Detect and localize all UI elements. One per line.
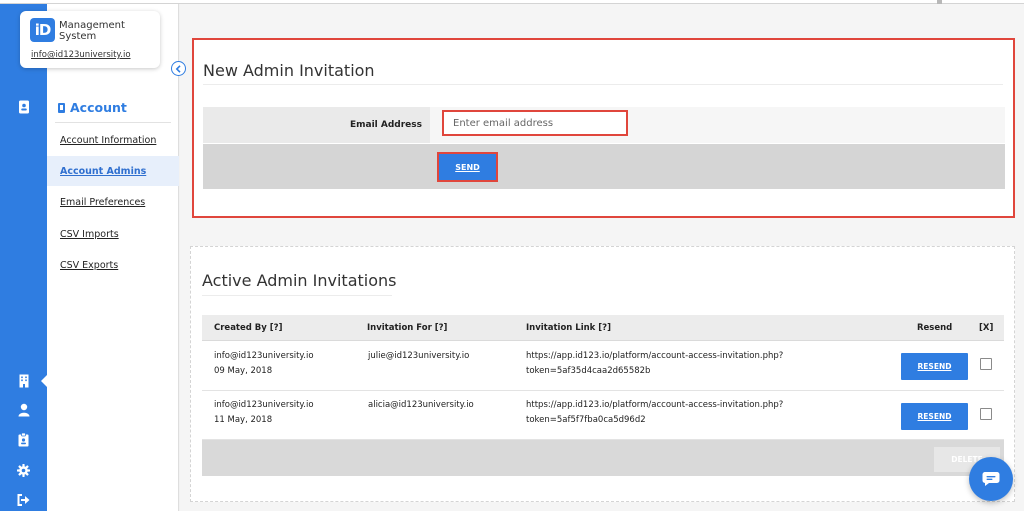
col-resend: Resend — [917, 323, 953, 333]
chat-bubble-icon — [982, 472, 1000, 486]
col-invitation-link[interactable]: Invitation Link [?] — [526, 321, 611, 335]
resend-button[interactable]: RESEND — [901, 403, 968, 430]
logout-icon — [17, 494, 30, 506]
new-invitation-title: New Admin Invitation — [203, 61, 375, 80]
row-link-line1: https://app.id123.io/platform/account-ac… — [526, 351, 784, 361]
email-row: Email Address — [203, 107, 1005, 143]
subnav-item-account-information[interactable]: Account Information — [47, 125, 179, 155]
send-button[interactable]: SEND — [437, 152, 498, 182]
table-row: info@id123university.io 09 May, 2018 jul… — [202, 342, 1004, 391]
subnav-heading-label: Account — [70, 100, 127, 115]
delete-row: DELETE — [202, 440, 1004, 476]
account-icon — [58, 102, 65, 113]
brand-card: iD Management System info@id123universit… — [20, 11, 160, 68]
email-label: Email Address — [349, 120, 422, 130]
row-link-line1: https://app.id123.io/platform/account-ac… — [526, 400, 784, 410]
rail-logout-item[interactable] — [0, 488, 47, 511]
subnav-item-csv-imports[interactable]: CSV Imports — [47, 219, 179, 249]
active-invitations-panel: Active Admin Invitations Created By [?] … — [190, 246, 1015, 502]
rail-badge-item[interactable] — [0, 428, 47, 452]
subnav-divider — [55, 122, 171, 123]
subnav-heading: Account — [58, 100, 127, 115]
email-input[interactable] — [442, 110, 628, 136]
chevron-left-icon — [175, 64, 181, 73]
badge-icon — [18, 433, 29, 447]
row-link-line2: token=5af5f7fba0ca5d96d2 — [526, 415, 646, 425]
title-divider — [202, 295, 392, 296]
col-created-by[interactable]: Created By [?] — [214, 321, 282, 335]
col-remove: [X] — [979, 323, 994, 333]
account-subnav: Account Account Information Account Admi… — [47, 4, 179, 511]
app-title: Management System — [59, 20, 125, 42]
user-email-link[interactable]: info@id123university.io — [31, 50, 131, 60]
send-row: SEND — [203, 144, 1005, 189]
subnav-item-email-preferences[interactable]: Email Preferences — [47, 187, 179, 217]
icon-rail — [0, 4, 47, 511]
rail-settings-item[interactable] — [0, 458, 47, 482]
active-invitations-title: Active Admin Invitations — [202, 271, 397, 290]
row-invitation-for: alicia@id123university.io — [368, 400, 474, 410]
subnav-item-csv-exports[interactable]: CSV Exports — [47, 250, 179, 280]
rail-building-item[interactable] — [0, 369, 47, 393]
resend-button[interactable]: RESEND — [901, 353, 968, 380]
row-date: 09 May, 2018 — [214, 366, 273, 376]
row-created-by: info@id123university.io — [214, 400, 314, 410]
building-icon — [19, 374, 28, 388]
rail-id-card-item[interactable] — [0, 95, 47, 119]
user-icon — [18, 403, 29, 417]
row-link-line2: token=5af35d4caa2d65582b — [526, 366, 651, 376]
subnav-item-account-admins[interactable]: Account Admins — [47, 156, 179, 186]
col-invitation-for[interactable]: Invitation For [?] — [367, 321, 447, 335]
row-select-checkbox[interactable] — [980, 408, 992, 420]
brand-logo: iD — [30, 18, 55, 42]
collapse-sidebar-button[interactable] — [171, 61, 186, 76]
chat-button[interactable] — [969, 457, 1013, 501]
id-card-icon — [18, 100, 29, 114]
table-header: Created By [?] Invitation For [?] Invita… — [202, 315, 1004, 341]
row-select-checkbox[interactable] — [980, 358, 992, 370]
rail-user-item[interactable] — [0, 398, 47, 422]
row-invitation-for: julie@id123university.io — [368, 351, 470, 361]
row-date: 11 May, 2018 — [214, 415, 273, 425]
row-created-by: info@id123university.io — [214, 351, 314, 361]
new-invitation-panel: New Admin Invitation Email Address SEND — [192, 38, 1015, 218]
title-divider — [203, 84, 1003, 85]
table-row: info@id123university.io 11 May, 2018 ali… — [202, 391, 1004, 440]
gear-icon — [17, 463, 30, 477]
